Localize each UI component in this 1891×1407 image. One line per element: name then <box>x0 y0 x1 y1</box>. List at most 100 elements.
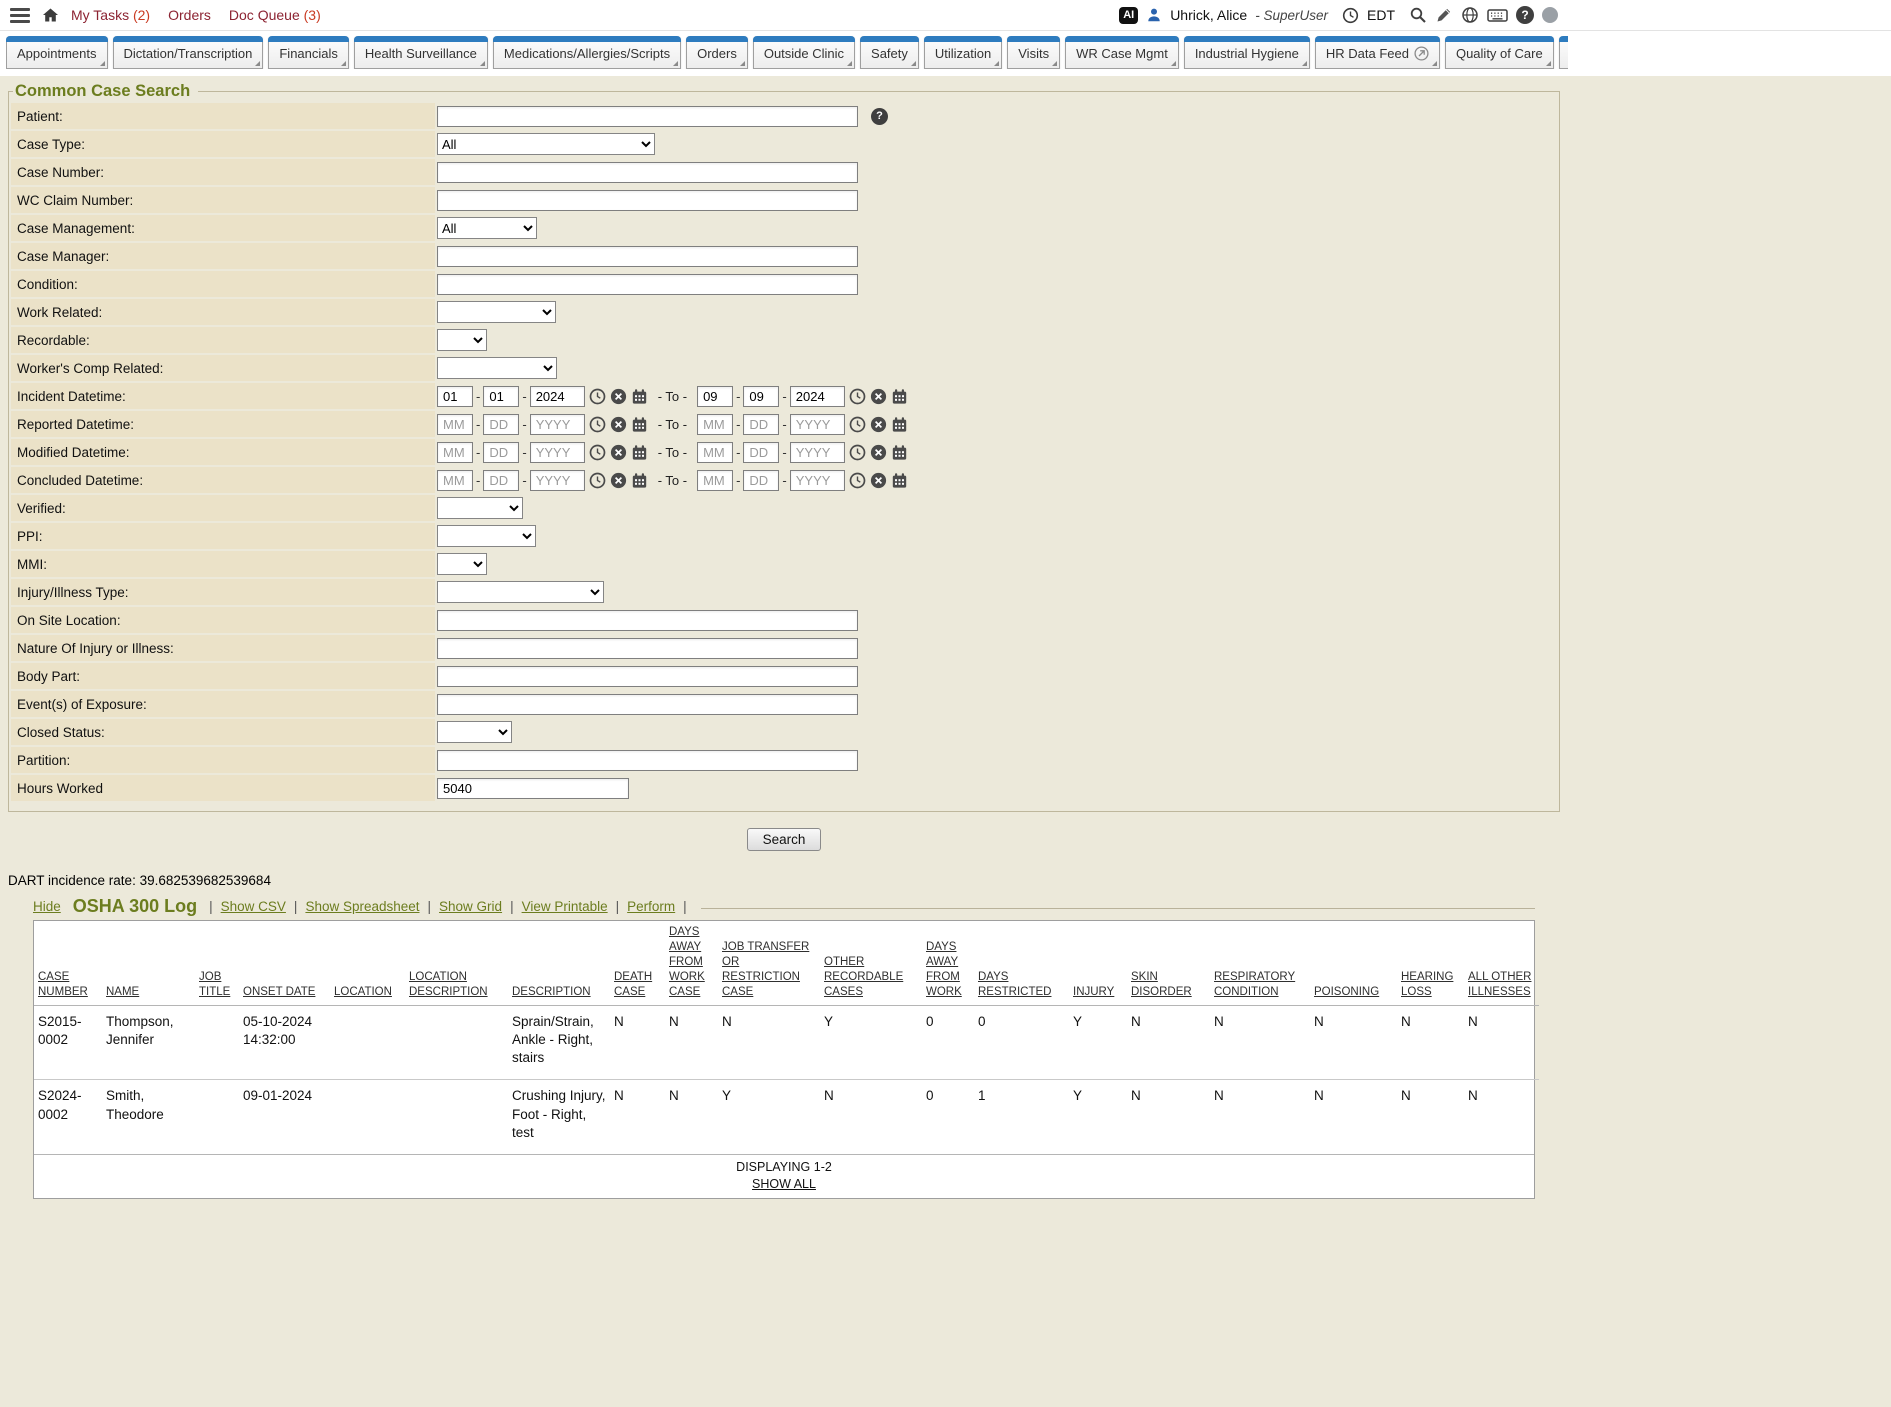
worker-s-comp-related-select[interactable] <box>437 357 557 379</box>
incident-datetime-from-yyyy-input[interactable] <box>530 386 585 407</box>
tab-dictation-transcription[interactable]: Dictation/Transcription <box>113 36 264 69</box>
tab-industrial-hygiene[interactable]: Industrial Hygiene <box>1184 36 1310 69</box>
concluded-datetime-to-dd-input[interactable] <box>743 470 779 491</box>
hide-link[interactable]: Hide <box>33 899 61 914</box>
globe-icon[interactable] <box>1461 6 1479 24</box>
tab-quality-of-care[interactable]: Quality of Care <box>1445 36 1554 69</box>
incident-datetime-to-mm-input[interactable] <box>697 386 733 407</box>
tab-wr-case-mgmt[interactable]: WR Case Mgmt <box>1065 36 1179 69</box>
modified-datetime-from-dd-input[interactable] <box>483 442 519 463</box>
clear-date-icon[interactable] <box>610 444 627 461</box>
reported-datetime-to-mm-input[interactable] <box>697 414 733 435</box>
tab-health-surveillance[interactable]: Health Surveillance <box>354 36 488 69</box>
show-all-link[interactable]: SHOW ALL <box>752 1177 816 1191</box>
incident-datetime-from-mm-input[interactable] <box>437 386 473 407</box>
tab-appointments[interactable]: Appointments <box>6 36 108 69</box>
column-header-respiratory-condition[interactable]: RESPIRATORY CONDITION <box>1210 921 1310 1005</box>
time-picker-icon[interactable] <box>589 472 606 489</box>
column-header-all-other-illnesses[interactable]: ALL OTHER ILLNESSES <box>1464 921 1539 1005</box>
incident-datetime-to-dd-input[interactable] <box>743 386 779 407</box>
column-header-other-recordable-cases[interactable]: OTHER RECORDABLE CASES <box>820 921 922 1005</box>
column-header-description[interactable]: DESCRIPTION <box>508 921 610 1005</box>
reported-datetime-to-dd-input[interactable] <box>743 414 779 435</box>
reported-datetime-from-dd-input[interactable] <box>483 414 519 435</box>
search-icon[interactable] <box>1409 6 1427 24</box>
partition-input[interactable] <box>437 750 858 771</box>
time-picker-icon[interactable] <box>849 472 866 489</box>
column-header-name[interactable]: NAME <box>102 921 195 1005</box>
condition-input[interactable] <box>437 274 858 295</box>
concluded-datetime-from-dd-input[interactable] <box>483 470 519 491</box>
column-header-hearing-loss[interactable]: HEARING LOSS <box>1397 921 1464 1005</box>
incident-datetime-from-dd-input[interactable] <box>483 386 519 407</box>
calendar-icon[interactable] <box>631 388 648 405</box>
column-header-days-away-from-work-case[interactable]: DAYS AWAY FROM WORK CASE <box>665 921 718 1005</box>
verified-select[interactable] <box>437 497 523 519</box>
calendar-icon[interactable] <box>891 416 908 433</box>
time-picker-icon[interactable] <box>849 416 866 433</box>
body-part-input[interactable] <box>437 666 858 687</box>
view-printable-link[interactable]: View Printable <box>522 899 608 914</box>
case-manager-input[interactable] <box>437 246 858 267</box>
tab-hr-data-feed[interactable]: HR Data Feed <box>1315 36 1440 69</box>
case-management-select[interactable]: All <box>437 217 537 239</box>
keyboard-icon[interactable] <box>1487 8 1508 23</box>
calendar-icon[interactable] <box>631 444 648 461</box>
tab-outside-clinic[interactable]: Outside Clinic <box>753 36 855 69</box>
perform-link[interactable]: Perform <box>627 899 675 914</box>
tab-utilization[interactable]: Utilization <box>924 36 1002 69</box>
column-header-job-title[interactable]: JOB TITLE <box>195 921 239 1005</box>
calendar-icon[interactable] <box>631 472 648 489</box>
help-icon[interactable]: ? <box>871 108 888 125</box>
nav-orders[interactable]: Orders <box>168 7 211 23</box>
home-icon[interactable] <box>42 7 59 23</box>
clear-date-icon[interactable] <box>870 444 887 461</box>
injury-illness-type-select[interactable] <box>437 581 604 603</box>
user-name[interactable]: Uhrick, Alice <box>1170 7 1247 23</box>
nature-of-injury-or-illness-input[interactable] <box>437 638 858 659</box>
tab-visits[interactable]: Visits <box>1007 36 1060 69</box>
concluded-datetime-from-yyyy-input[interactable] <box>530 470 585 491</box>
column-header-onset-date[interactable]: ONSET DATE <box>239 921 330 1005</box>
mmi-select[interactable] <box>437 553 487 575</box>
reported-datetime-from-yyyy-input[interactable] <box>530 414 585 435</box>
time-picker-icon[interactable] <box>849 444 866 461</box>
clock-icon[interactable] <box>1342 7 1359 24</box>
clear-date-icon[interactable] <box>610 416 627 433</box>
nav-doc-queue[interactable]: Doc Queue (3) <box>229 7 321 23</box>
case-number-input[interactable] <box>437 162 858 183</box>
closed-status-select[interactable] <box>437 721 512 743</box>
column-header-poisoning[interactable]: POISONING <box>1310 921 1397 1005</box>
ppi-select[interactable] <box>437 525 536 547</box>
clear-date-icon[interactable] <box>870 416 887 433</box>
column-header-injury[interactable]: INJURY <box>1069 921 1127 1005</box>
hours-worked-input[interactable] <box>437 778 629 799</box>
wc-claim-number-input[interactable] <box>437 190 858 211</box>
search-button[interactable]: Search <box>747 828 822 851</box>
column-header-days-away-from-work[interactable]: DAYS AWAY FROM WORK <box>922 921 974 1005</box>
case-type-select[interactable]: All <box>437 133 655 155</box>
event-s-of-exposure-input[interactable] <box>437 694 858 715</box>
column-header-death-case[interactable]: DEATH CASE <box>610 921 665 1005</box>
concluded-datetime-to-mm-input[interactable] <box>697 470 733 491</box>
time-picker-icon[interactable] <box>589 416 606 433</box>
patient-input[interactable] <box>437 106 858 127</box>
reported-datetime-from-mm-input[interactable] <box>437 414 473 435</box>
clear-date-icon[interactable] <box>870 388 887 405</box>
recordable-select[interactable] <box>437 329 487 351</box>
menu-icon[interactable] <box>10 8 30 23</box>
time-picker-icon[interactable] <box>849 388 866 405</box>
clear-date-icon[interactable] <box>870 472 887 489</box>
on-site-location-input[interactable] <box>437 610 858 631</box>
tab-execut[interactable]: Execut <box>1559 36 1568 69</box>
tab-medications-allergies-scripts[interactable]: Medications/Allergies/Scripts <box>493 36 681 69</box>
tab-orders[interactable]: Orders <box>686 36 748 69</box>
work-related-select[interactable] <box>437 301 556 323</box>
modified-datetime-to-yyyy-input[interactable] <box>790 442 845 463</box>
tab-safety[interactable]: Safety <box>860 36 919 69</box>
reported-datetime-to-yyyy-input[interactable] <box>790 414 845 435</box>
column-header-skin-disorder[interactable]: SKIN DISORDER <box>1127 921 1210 1005</box>
column-header-days-restricted[interactable]: DAYS RESTRICTED <box>974 921 1069 1005</box>
tab-financials[interactable]: Financials <box>268 36 349 69</box>
column-header-job-transfer-or-restriction-case[interactable]: JOB TRANSFER OR RESTRICTION CASE <box>718 921 820 1005</box>
